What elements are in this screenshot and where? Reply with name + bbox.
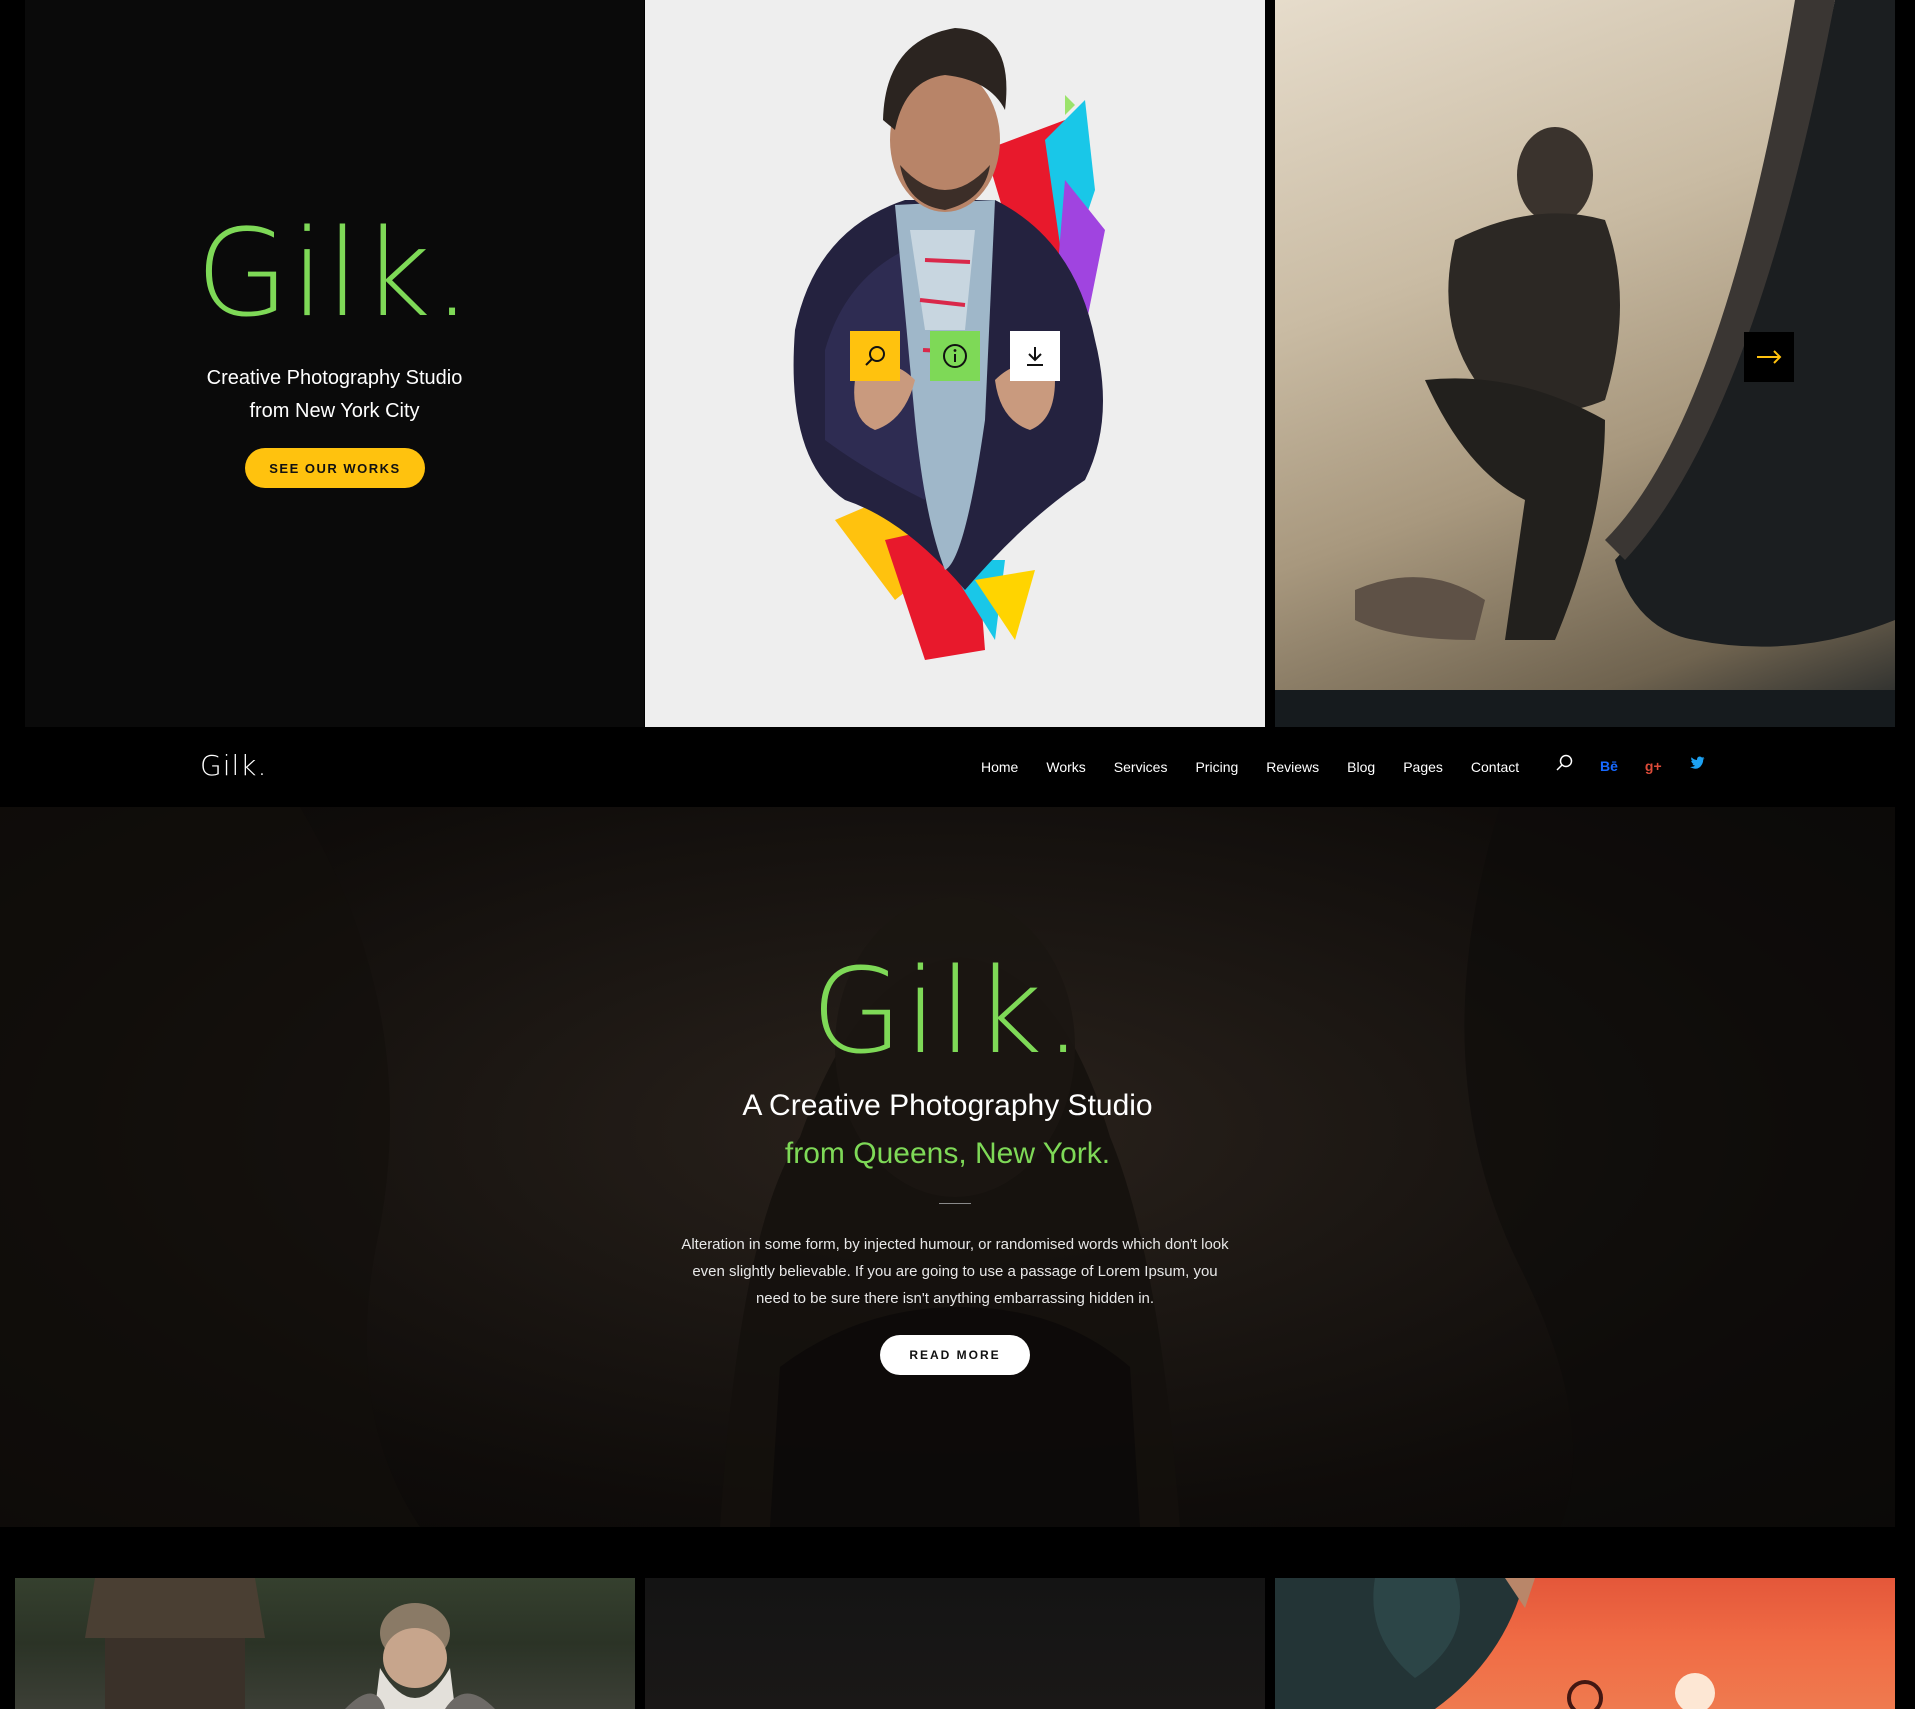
main-navbar: Gilk. Home Works Services Pricing Review… — [0, 727, 1915, 807]
intro-subtitle-line2: from New York City — [249, 400, 420, 422]
nav-icons: Bē g+ — [1555, 754, 1705, 777]
hero-logo: Gilk. — [811, 942, 1084, 1080]
hero-title: A Creative Photography Studio — [742, 1089, 1153, 1122]
see-our-works-button[interactable]: SEE OUR WORKS — [245, 448, 425, 488]
portrait-overlay-actions — [850, 331, 1060, 381]
nav-item-reviews[interactable]: Reviews — [1266, 759, 1319, 775]
sitter-tile[interactable] — [1275, 0, 1895, 727]
google-plus-icon[interactable]: g+ — [1645, 758, 1662, 774]
search-icon — [865, 346, 885, 366]
intro-logo: Gilk. — [195, 205, 474, 344]
nav-search-button[interactable] — [1555, 754, 1573, 777]
slider-next-button[interactable] — [1744, 332, 1794, 382]
nav-logo[interactable]: Gilk. — [200, 749, 267, 782]
read-more-button[interactable]: READ MORE — [880, 1335, 1030, 1375]
gallery-item-old-man[interactable] — [15, 1578, 635, 1709]
hero-divider — [939, 1203, 971, 1204]
sunset-photo — [1275, 1578, 1715, 1709]
nav-item-contact[interactable]: Contact — [1471, 759, 1519, 775]
search-icon — [1556, 754, 1573, 771]
gallery-item-sunset[interactable] — [1275, 1578, 1895, 1709]
bottom-gallery — [0, 1578, 1915, 1709]
intro-subtitle: Creative Photography Studio from New Yor… — [25, 362, 644, 428]
arrow-right-icon — [1757, 350, 1782, 364]
info-icon — [943, 344, 967, 368]
nav-item-blog[interactable]: Blog — [1347, 759, 1375, 775]
old-man-photo — [85, 1578, 495, 1709]
download-icon — [1027, 347, 1043, 366]
twitter-link[interactable] — [1689, 756, 1705, 775]
nav-item-works[interactable]: Works — [1046, 759, 1085, 775]
intro-tile: Gilk. Creative Photography Studio from N… — [25, 0, 644, 727]
zoom-button[interactable] — [850, 331, 900, 381]
hero-description: Alteration in some form, by injected hum… — [681, 1236, 1229, 1307]
nav-item-pricing[interactable]: Pricing — [1195, 759, 1238, 775]
nav-menu: Home Works Services Pricing Reviews Blog… — [981, 727, 1547, 807]
portrait-tile[interactable] — [645, 0, 1265, 727]
info-button[interactable] — [930, 331, 980, 381]
behance-icon[interactable]: Bē — [1600, 758, 1618, 774]
gallery-item-dark[interactable] — [645, 1578, 1265, 1709]
twitter-icon — [1689, 756, 1705, 769]
intro-subtitle-line1: Creative Photography Studio — [206, 367, 463, 389]
nav-item-home[interactable]: Home — [981, 759, 1018, 775]
hero-subtitle: from Queens, New York. — [784, 1137, 1111, 1170]
sitter-photo — [1275, 0, 1895, 727]
download-button[interactable] — [1010, 331, 1060, 381]
nav-item-services[interactable]: Services — [1114, 759, 1168, 775]
top-gallery: Gilk. Creative Photography Studio from N… — [0, 0, 1915, 727]
nav-item-pages[interactable]: Pages — [1403, 759, 1443, 775]
hero-section: Gilk. A Creative Photography Studio from… — [0, 807, 1895, 1527]
